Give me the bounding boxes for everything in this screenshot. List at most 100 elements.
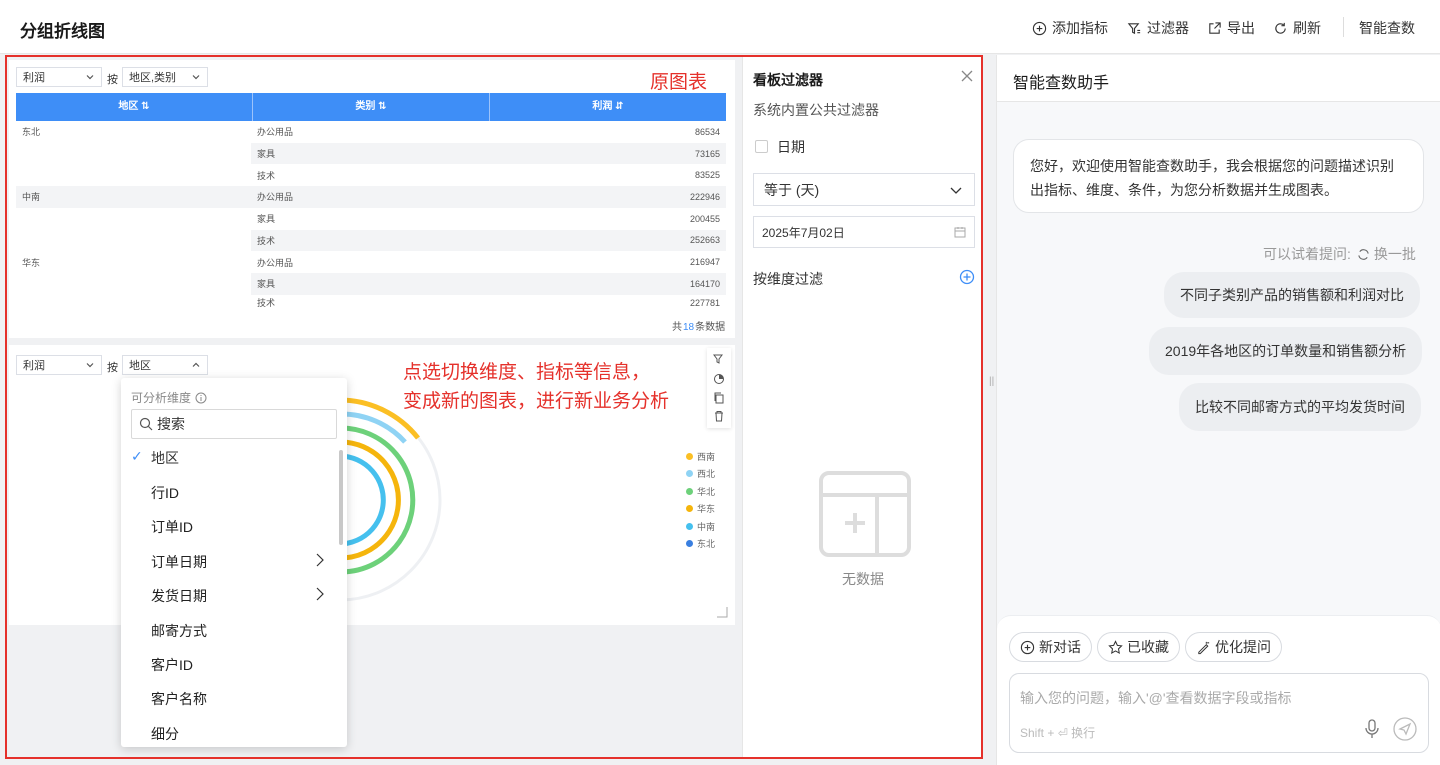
dropdown-scrollbar[interactable] <box>339 450 343 545</box>
suggestion-chip[interactable]: 不同子类别产品的销售额和利润对比 <box>1164 272 1420 318</box>
smart-query-button[interactable]: 智能查数 <box>1359 18 1415 38</box>
microphone-icon[interactable] <box>1364 719 1380 739</box>
dropdown-title-text: 可分析维度 <box>131 391 192 405</box>
question-placeholder: 输入您的问题，输入'@'查看数据字段或指标 <box>1020 690 1292 706</box>
greeting-line: 出指标、维度、条件，为您分析数据并生成图表。 <box>1030 182 1338 198</box>
search-placeholder: 搜索 <box>157 416 185 432</box>
empty-data-icon <box>819 471 911 557</box>
table-dimension-select[interactable]: 地区,类别 <box>122 67 208 87</box>
filter-label: 过滤器 <box>1147 20 1189 36</box>
dimension-item[interactable]: 发货日期 <box>151 586 207 606</box>
dimension-item[interactable]: 细分 <box>151 724 179 744</box>
table-row: 中南 办公用品 222946 <box>16 186 726 208</box>
filter-panel-subtitle: 系统内置公共过滤器 <box>753 102 879 118</box>
table-row: 华东 办公用品 216947 <box>16 251 726 273</box>
filter-icon[interactable] <box>713 353 725 365</box>
info-icon <box>195 392 207 403</box>
chart-metric-select[interactable]: 利润 <box>16 355 102 375</box>
cell-category: 技术 <box>257 298 276 309</box>
try-ask-row: 可以试着提问: 换一批 <box>1263 244 1416 264</box>
cell-region <box>16 273 251 295</box>
table-footer-count: 共18条数据 <box>672 318 725 333</box>
chevron-down-icon <box>192 75 200 80</box>
operator-select[interactable]: 等于 (天) <box>753 173 975 206</box>
search-icon <box>139 417 153 431</box>
export-icon <box>1209 21 1221 34</box>
chevron-down-icon <box>950 187 962 194</box>
footer-count: 18 <box>683 322 695 333</box>
filter-button[interactable]: 过滤器 <box>1127 18 1189 38</box>
refresh-button[interactable]: 刷新 <box>1273 18 1321 38</box>
dimension-item[interactable]: 行ID <box>151 483 179 503</box>
date-checkbox[interactable] <box>755 140 768 153</box>
export-button[interactable]: 导出 <box>1207 18 1255 38</box>
chart-type-icon[interactable] <box>713 373 725 385</box>
add-filter-icon[interactable] <box>959 269 975 285</box>
dimension-item[interactable]: 订单ID <box>151 517 193 537</box>
date-label: 日期 <box>777 139 805 155</box>
dimension-item[interactable]: 客户名称 <box>151 689 207 709</box>
filter-panel-title: 看板过滤器 <box>753 72 823 88</box>
legend-item: 华北 <box>686 485 715 498</box>
new-chat-button[interactable]: 新对话 <box>1009 632 1092 662</box>
cell-profit: 86534 <box>694 126 720 137</box>
dimension-item[interactable]: 客户ID <box>151 655 193 675</box>
column-header-region[interactable]: 地区 ⇅ <box>16 93 253 121</box>
suggestion-chip[interactable]: 比较不同邮寄方式的平均发货时间 <box>1179 383 1421 431</box>
table-row: 技术 83525 <box>16 164 726 186</box>
annotation-note-2: 变成新的图表，进行新业务分析 <box>403 391 670 412</box>
legend-dot <box>686 505 693 512</box>
export-label: 导出 <box>1227 20 1255 36</box>
panel-resize-handle[interactable]: || <box>989 376 994 387</box>
date-picker-input[interactable]: 2025年7月02日 <box>753 216 975 248</box>
cell-profit: 73165 <box>491 142 726 165</box>
dimension-item-selected[interactable]: 地区 <box>151 448 179 468</box>
optimize-button[interactable]: 优化提问 <box>1185 632 1282 662</box>
cell-category: 家具 <box>251 272 491 295</box>
send-icon[interactable] <box>1393 717 1417 741</box>
dimension-item[interactable]: 订单日期 <box>151 552 207 572</box>
dimension-item[interactable]: 邮寄方式 <box>151 621 207 641</box>
delete-icon[interactable] <box>713 410 725 422</box>
suggestion-chip[interactable]: 2019年各地区的订单数量和销售额分析 <box>1149 327 1423 375</box>
chevron-up-icon <box>192 362 200 367</box>
cell-profit: 200455 <box>689 213 720 224</box>
table-row: 东北 办公用品 86534 <box>16 121 726 143</box>
cell-region <box>16 230 251 252</box>
legend-dot <box>686 540 693 547</box>
dropdown-title: 可分析维度 <box>131 389 207 406</box>
cell-category: 办公用品 <box>257 127 294 138</box>
star-icon <box>1108 639 1123 654</box>
page-title: 分组折线图 <box>20 22 105 41</box>
table-metric-select[interactable]: 利润 <box>16 67 102 87</box>
add-metric-button[interactable]: 添加指标 <box>1032 18 1108 38</box>
header-divider <box>1343 17 1344 37</box>
assistant-title: 智能查数助手 <box>1013 75 1110 92</box>
chart-dimension-select[interactable]: 地区 <box>122 355 208 375</box>
greeting-message: 您好，欢迎使用智能查数助手，我会根据您的问题描述识别 出指标、维度、条件，为您分… <box>1013 139 1424 213</box>
refresh-batch-button[interactable]: 换一批 <box>1357 244 1416 264</box>
legend-item: 东北 <box>686 537 715 550</box>
dimension-dropdown: 可分析维度 搜索 ✓ 地区 行ID 订单ID 订单日期 发货日期 邮寄方式 客户… <box>121 378 347 747</box>
column-header-profit[interactable]: 利润 ⇵ <box>490 93 726 121</box>
plus-circle-icon <box>1020 640 1035 654</box>
question-input[interactable]: 输入您的问题，输入'@'查看数据字段或指标 Shift + ⏎ 换行 <box>1009 673 1429 753</box>
check-icon: ✓ <box>131 448 143 464</box>
cell-profit: 216947 <box>689 257 720 268</box>
dropdown-search-input[interactable]: 搜索 <box>131 409 337 439</box>
cell-region: 华东 <box>22 257 41 268</box>
resize-handle-icon[interactable] <box>716 606 728 618</box>
footer-suffix: 条数据 <box>695 322 726 333</box>
favorites-button[interactable]: 已收藏 <box>1097 632 1180 662</box>
copy-icon[interactable] <box>713 392 725 404</box>
dimension-filter-label: 按维度过滤 <box>753 271 823 287</box>
legend-label: 华北 <box>697 487 716 497</box>
cell-category: 技术 <box>251 229 491 252</box>
swap-icon <box>1358 248 1369 260</box>
chevron-down-icon <box>86 363 94 368</box>
column-header-category[interactable]: 类别 ⇅ <box>253 93 490 121</box>
table-header: 地区 ⇅ 类别 ⇅ 利润 ⇵ <box>16 93 726 121</box>
cell-region <box>16 208 251 230</box>
table-row: 家具 73165 <box>16 142 726 165</box>
close-icon[interactable] <box>960 69 974 83</box>
